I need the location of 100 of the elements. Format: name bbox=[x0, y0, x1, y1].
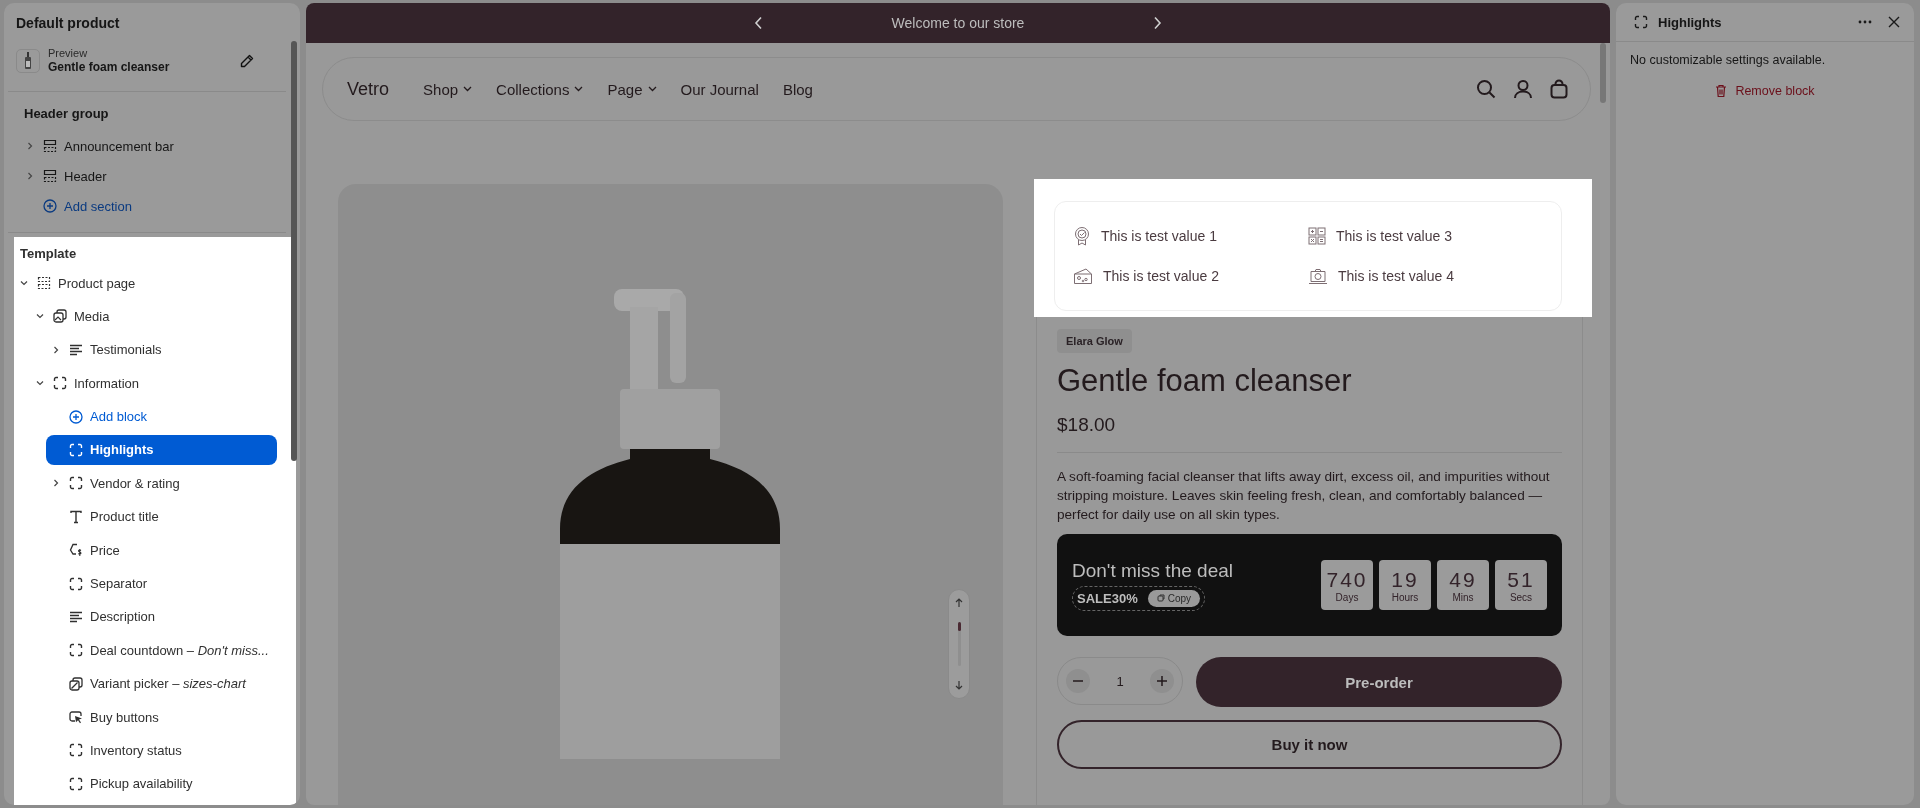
plus-circle-icon bbox=[69, 409, 83, 424]
award-badge-icon bbox=[1073, 226, 1091, 246]
arrow-down-icon[interactable] bbox=[955, 680, 963, 690]
preview-product-name: Gentle foam cleanser bbox=[48, 60, 170, 75]
nav-link[interactable]: Blog bbox=[782, 80, 813, 98]
pre-order-button[interactable]: Pre-order bbox=[1196, 657, 1562, 707]
discount-code: SALE30% bbox=[1077, 590, 1138, 606]
plus-icon bbox=[1157, 676, 1167, 686]
close-icon[interactable] bbox=[1888, 16, 1900, 28]
tree-item[interactable]: Price bbox=[46, 535, 277, 566]
product-price: $18.00 bbox=[1057, 413, 1117, 437]
tree-item[interactable]: Vendor & rating bbox=[46, 468, 277, 499]
countdown-label: Days bbox=[1335, 591, 1359, 603]
section-icon bbox=[37, 276, 51, 290]
calculator-icon bbox=[1308, 227, 1326, 245]
store-logo[interactable]: Vetro bbox=[347, 78, 390, 100]
countdown-label: Mins bbox=[1452, 591, 1474, 603]
section-icon bbox=[43, 169, 57, 183]
highlight-text: This is test value 3 bbox=[1336, 228, 1452, 244]
tree-item[interactable]: Deal countdown – Don't miss... bbox=[46, 635, 277, 666]
trash-icon bbox=[1715, 84, 1728, 98]
copy-button[interactable]: Copy bbox=[1147, 589, 1201, 607]
text-lines-icon bbox=[69, 343, 83, 356]
cursor-click-icon bbox=[69, 710, 83, 725]
block-icon bbox=[69, 776, 83, 791]
product-description: A soft-foaming facial cleanser that lifts away dirt, excess oil, and impurities without stripping moisture. Leaves skin feeling fresh, clean, and comfortably balanced — perfect for daily use on all skin types. bbox=[1057, 468, 1551, 524]
nav-link[interactable]: Our Journal bbox=[680, 80, 759, 98]
tree-item[interactable]: Variant picker – sizes-chart bbox=[46, 668, 277, 699]
variant-icon bbox=[69, 676, 83, 691]
text-icon bbox=[69, 509, 83, 524]
tree-item[interactable]: Product page bbox=[14, 268, 277, 298]
tree-item[interactable]: Description bbox=[46, 601, 277, 632]
highlight-text: This is test value 1 bbox=[1101, 228, 1217, 244]
countdown-value: 49 bbox=[1449, 567, 1477, 592]
minus-icon bbox=[1073, 680, 1083, 682]
panel-title: Highlights bbox=[1658, 14, 1723, 30]
highlight-text: This is test value 2 bbox=[1103, 268, 1219, 284]
tree-item[interactable]: Testimonials bbox=[46, 334, 277, 365]
camera-icon bbox=[1308, 267, 1328, 285]
chevron-right-icon[interactable] bbox=[1152, 16, 1163, 30]
tree-item[interactable]: Media bbox=[30, 301, 277, 332]
plus-circle-icon bbox=[43, 199, 57, 213]
section-heading: Header group bbox=[23, 105, 109, 123]
scrollbar-thumb[interactable] bbox=[1600, 43, 1606, 103]
chevron-icon[interactable] bbox=[20, 279, 28, 287]
chevron-icon[interactable] bbox=[36, 312, 44, 321]
deal-title: Don't miss the deal bbox=[1072, 559, 1233, 582]
tree-item[interactable]: Announcement bar bbox=[20, 132, 267, 160]
chevron-icon[interactable] bbox=[26, 172, 34, 180]
vendor-badge: Elara Glow bbox=[1057, 329, 1132, 353]
product-thumbnail bbox=[16, 49, 40, 73]
edit-icon[interactable] bbox=[240, 54, 254, 68]
countdown-label: Hours bbox=[1391, 591, 1419, 603]
tree-item[interactable]: Information bbox=[30, 368, 277, 399]
chevron-icon[interactable] bbox=[52, 345, 60, 354]
shopping-bag-icon[interactable] bbox=[1550, 79, 1568, 99]
price-tag-icon bbox=[69, 543, 83, 558]
block-icon bbox=[53, 376, 67, 391]
tree-item[interactable]: Separator bbox=[46, 568, 277, 599]
highlight-text: This is test value 4 bbox=[1338, 268, 1454, 284]
tree-item[interactable]: Add block bbox=[46, 401, 277, 432]
search-icon[interactable] bbox=[1476, 79, 1496, 99]
countdown-label: Secs bbox=[1509, 591, 1533, 603]
block-icon bbox=[69, 476, 83, 491]
block-icon bbox=[69, 442, 83, 457]
chevron-icon[interactable] bbox=[26, 142, 34, 150]
decrease-button[interactable] bbox=[1066, 669, 1090, 693]
section-heading: Template bbox=[19, 245, 77, 263]
countdown-value: 51 bbox=[1507, 567, 1535, 592]
block-icon bbox=[69, 643, 83, 658]
quantity-value[interactable]: 1 bbox=[1116, 673, 1124, 689]
chevron-icon[interactable] bbox=[52, 479, 60, 488]
increase-button[interactable] bbox=[1150, 669, 1174, 693]
nav-link[interactable]: Collections bbox=[496, 80, 584, 98]
tree-item[interactable]: Highlights bbox=[46, 434, 277, 465]
countdown-value: 19 bbox=[1391, 567, 1419, 592]
more-options-icon[interactable] bbox=[1858, 20, 1872, 24]
cheese-icon bbox=[1073, 267, 1093, 285]
chevron-left-icon[interactable] bbox=[753, 16, 764, 30]
tree-item[interactable]: Inventory status bbox=[46, 735, 277, 766]
tree-item[interactable]: Add section bbox=[20, 192, 267, 220]
chevron-icon[interactable] bbox=[36, 379, 44, 388]
block-icon bbox=[1634, 15, 1648, 29]
block-icon bbox=[69, 743, 83, 758]
tree-item[interactable]: Header bbox=[20, 162, 267, 190]
tree-item[interactable]: Buy buttons bbox=[46, 702, 277, 733]
page-title: Default product bbox=[15, 14, 121, 33]
nav-link[interactable]: Page bbox=[607, 80, 657, 98]
arrow-up-icon[interactable] bbox=[955, 598, 963, 608]
user-icon[interactable] bbox=[1513, 79, 1533, 99]
empty-settings-message: No customizable settings available. bbox=[1629, 52, 1827, 67]
buy-now-button[interactable]: Buy it now bbox=[1057, 720, 1562, 769]
tree-item[interactable]: Pickup availability bbox=[46, 768, 277, 799]
announcement-text: Welcome to our store bbox=[891, 15, 1025, 31]
preview-label: Preview bbox=[48, 47, 88, 60]
nav-link[interactable]: Shop bbox=[423, 80, 473, 98]
remove-block-button[interactable]: Remove block bbox=[1709, 83, 1821, 99]
tree-item[interactable]: Product title bbox=[46, 501, 277, 532]
media-icon bbox=[53, 309, 67, 324]
scrollbar-thumb[interactable] bbox=[291, 41, 297, 461]
